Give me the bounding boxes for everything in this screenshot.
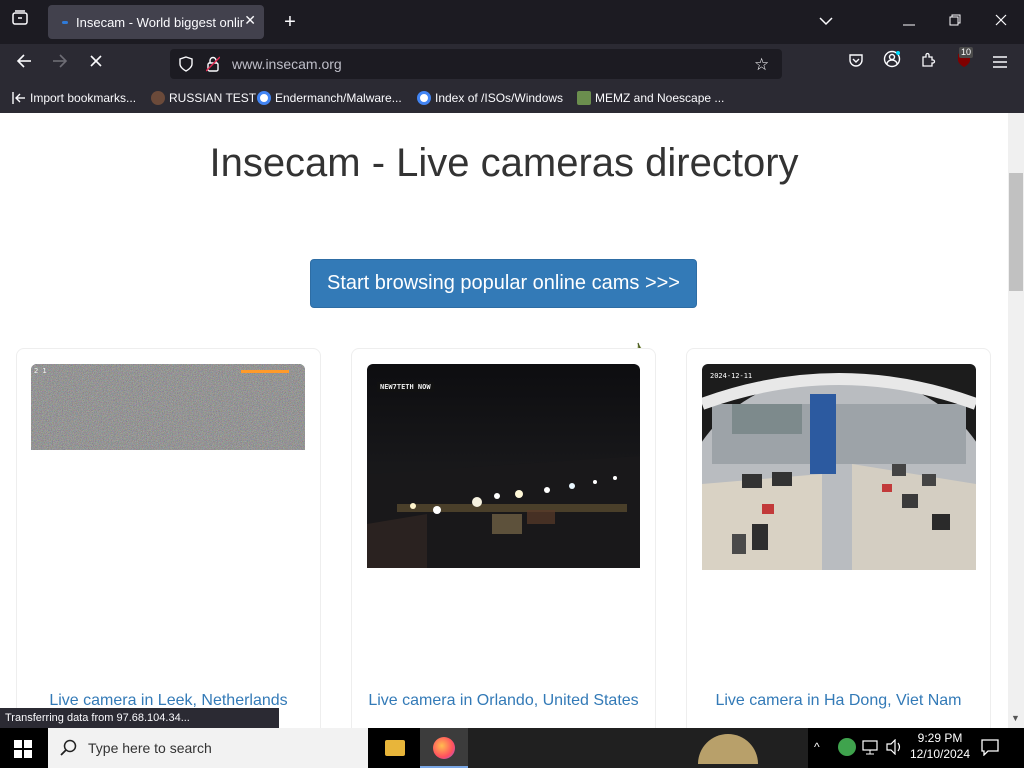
image-icon — [577, 91, 591, 105]
back-icon[interactable] — [9, 49, 39, 79]
bookmark-star-icon[interactable]: ☆ — [754, 55, 769, 75]
windows-start-icon[interactable] — [14, 740, 32, 763]
bookmark-russian-test[interactable]: RUSSIAN TEST — [151, 91, 256, 105]
new-tab-icon[interactable]: + — [275, 7, 305, 37]
google-icon — [257, 91, 271, 105]
navigation-bar: www.insecam.org ☆ 10 — [0, 44, 1024, 84]
camera-image[interactable]: NEW7TETH NOW — [367, 364, 640, 568]
notifications-icon[interactable] — [980, 738, 1000, 761]
taskbar-firefox[interactable] — [420, 728, 468, 768]
browse-cams-button[interactable]: Start browsing popular online cams >>> — [310, 259, 697, 308]
tray-app-icon[interactable] — [838, 738, 856, 756]
camera-image[interactable]: 2 1 — [31, 364, 305, 450]
camera-overlay-text: 2 1 — [34, 367, 47, 375]
taskbar-wallpaper-region — [468, 728, 808, 768]
page-scrollbar[interactable]: ▼ — [1008, 113, 1024, 728]
bookmark-label: Endermanch/Malware... — [275, 91, 402, 105]
clock[interactable]: 9:29 PM 12/10/2024 — [906, 731, 974, 761]
camera-image[interactable]: 2024-12-11 — [702, 364, 976, 570]
page-content: Insecam - Live cameras directory Start b… — [0, 113, 1008, 728]
volume-icon[interactable] — [886, 738, 904, 760]
favicon — [151, 91, 165, 105]
camera-card: NEW7TETH NOW Live camera in Orlando, Uni… — [351, 348, 656, 728]
camera-overlay-text: 2024-12-11 — [710, 372, 753, 380]
scrollbar-thumb[interactable] — [1009, 173, 1023, 291]
bookmark-label: RUSSIAN TEST — [169, 91, 257, 105]
bookmark-memz[interactable]: MEMZ and Noescape ... — [577, 91, 724, 105]
taskbar-file-explorer[interactable] — [370, 728, 420, 768]
ublock-icon[interactable]: 10 — [949, 47, 979, 79]
chevron-down-icon[interactable] — [811, 7, 841, 37]
addon-badge: 10 — [959, 47, 974, 58]
tab-list-icon[interactable] — [5, 7, 35, 37]
loading-indicator — [62, 21, 68, 24]
clock-date: 12/10/2024 — [909, 747, 971, 761]
minimize-icon[interactable] — [894, 7, 924, 37]
page-title: Insecam - Live cameras directory — [209, 141, 799, 185]
pocket-icon[interactable] — [841, 49, 871, 79]
camera-caption-link[interactable]: Live camera in Orlando, United States — [352, 692, 655, 710]
lock-icon[interactable] — [205, 56, 221, 77]
network-icon[interactable] — [862, 739, 880, 760]
status-bar: Transferring data from 97.68.104.34... — [0, 708, 279, 728]
bookmark-label: Index of /ISOs/Windows — [435, 91, 564, 105]
windows-taskbar: Type here to search ^ 9:29 PM 12/10/2024 — [0, 728, 1024, 768]
tray-overflow-icon[interactable]: ^ — [814, 740, 820, 754]
camera-overlay-text: NEW7TETH NOW — [377, 382, 434, 392]
extensions-icon[interactable] — [913, 49, 943, 79]
menu-icon[interactable] — [985, 49, 1015, 79]
bookmark-endermanch[interactable]: Endermanch/Malware... — [257, 91, 402, 105]
camera-timestamp-bar — [241, 370, 289, 373]
close-window-icon[interactable] — [986, 7, 1016, 37]
taskbar-decoration — [698, 734, 758, 764]
forward-icon[interactable] — [45, 49, 75, 79]
shield-icon[interactable] — [178, 56, 194, 77]
firefox-icon — [433, 737, 455, 759]
search-placeholder: Type here to search — [88, 740, 212, 756]
camera-caption-link[interactable]: Live camera in Ha Dong, Viet Nam — [687, 692, 990, 710]
folder-icon — [385, 740, 405, 756]
close-icon[interactable]: ✕ — [244, 12, 256, 29]
scroll-down-arrow-icon[interactable]: ▼ — [1011, 713, 1020, 723]
bookmark-label: MEMZ and Noescape ... — [595, 91, 725, 105]
stop-loading-icon[interactable] — [81, 49, 111, 79]
bookmark-label: Import bookmarks... — [30, 91, 137, 105]
url-bar[interactable]: www.insecam.org ☆ — [170, 49, 782, 79]
tab-insecam[interactable]: Insecam - World biggest online ✕ — [48, 5, 264, 39]
clock-time: 9:29 PM — [917, 731, 963, 745]
restore-icon[interactable] — [940, 7, 970, 37]
camera-card: 2024-12-11 Live camera in Ha Dong, Viet … — [686, 348, 991, 728]
tab-bar: Insecam - World biggest online ✕ + — [0, 0, 1024, 44]
bookmark-import[interactable]: Import bookmarks... — [12, 91, 136, 108]
camera-card: 2 1 Live camera in Leek, Netherlands — [16, 348, 321, 728]
bookmark-index-isos[interactable]: Index of /ISOs/Windows — [417, 91, 563, 105]
url-text: www.insecam.org — [232, 56, 342, 72]
bookmarks-toolbar: Import bookmarks... RUSSIAN TEST Enderma… — [0, 84, 1024, 113]
account-icon[interactable] — [877, 49, 907, 79]
tab-title: Insecam - World biggest online — [76, 15, 244, 30]
google-icon — [417, 91, 431, 105]
search-icon — [60, 739, 78, 760]
import-icon — [12, 91, 26, 108]
taskbar-search-box[interactable]: Type here to search — [48, 728, 368, 768]
